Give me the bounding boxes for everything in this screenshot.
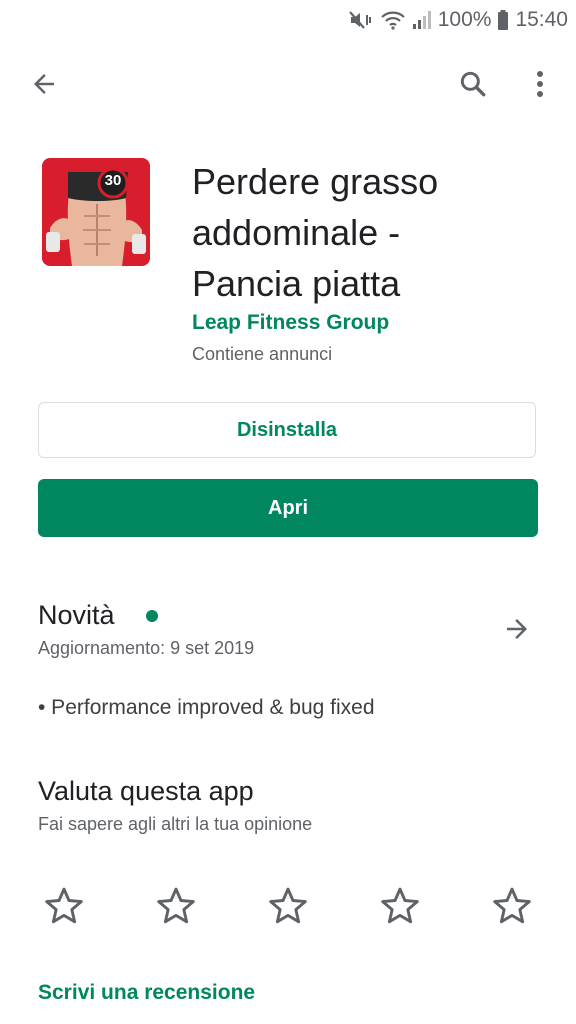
star-rating [40,882,540,932]
update-date: Aggiornamento: 9 set 2019 [38,638,255,658]
rate-subtitle: Fai sapere agli altri la tua opinione [38,814,313,834]
status-icons: 100% 15:40 [348,6,568,34]
star-icon[interactable] [154,884,198,928]
app-title-line: addominale - [192,212,401,253]
app-title: Perdere grasso addominale - Pancia piatt… [192,156,552,309]
more-vert-icon [537,71,543,97]
status-bar: 100% 15:40 [0,0,576,40]
app-title-line: Perdere grasso [192,161,439,202]
overflow-menu-button[interactable] [520,62,560,106]
star-icon[interactable] [490,884,534,928]
star-icon[interactable] [378,884,422,928]
clock: 15:40 [515,8,568,31]
search-button[interactable] [450,62,496,106]
new-indicator-dot [146,610,158,622]
arrow-back-icon [34,74,54,94]
contains-ads-label: Contiene annunci [192,344,333,364]
release-notes: • Performance improved & bug fixed [38,696,375,719]
battery-icon [497,9,509,31]
search-icon [460,71,486,97]
wifi-icon [380,9,406,31]
app-icon: 30 [42,158,150,266]
star-icon[interactable] [266,884,310,928]
back-button[interactable] [22,62,66,106]
mute-vibrate-icon [348,9,374,31]
developer-link[interactable]: Leap Fitness Group [192,311,389,335]
battery-level: 100% [437,8,492,31]
app-title-line: Pancia piatta [192,263,401,304]
write-review-link[interactable]: Scrivi una recensione [38,981,255,1005]
rate-title: Valuta questa app [38,776,254,806]
uninstall-button[interactable]: Disinstalla [38,402,536,458]
star-icon[interactable] [42,884,86,928]
signal-icon [412,9,432,31]
whats-new-section[interactable]: Novità Aggiornamento: 9 set 2019 [38,596,558,666]
open-button[interactable]: Apri [38,479,538,537]
arrow-forward-icon [507,619,527,639]
app-icon-badge: 30 [104,172,122,189]
whats-new-title: Novità [38,600,115,630]
